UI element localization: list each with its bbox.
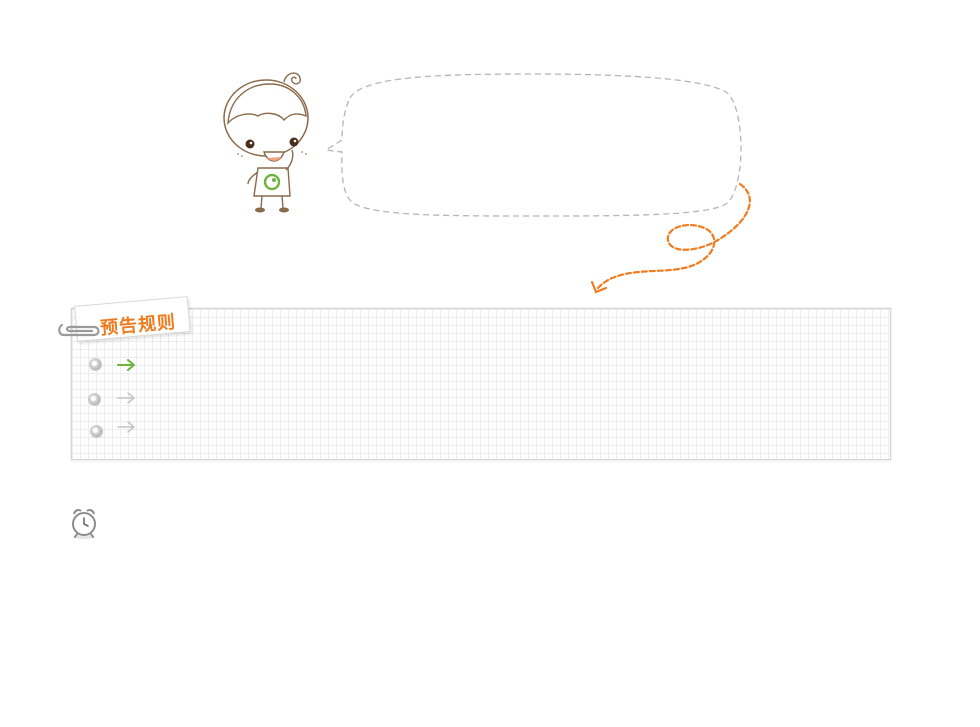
- rule-bullet: [91, 426, 102, 437]
- arrow-right-icon: [117, 359, 135, 371]
- alarm-clock-icon: [72, 509, 96, 539]
- paperclip-icon: [58, 323, 100, 337]
- rule-bullet: [89, 394, 100, 405]
- rules-panel: [71, 308, 891, 460]
- mascot-illustration: [223, 72, 309, 213]
- rule-bullet: [90, 359, 101, 370]
- arrow-right-icon: [117, 421, 135, 433]
- swirl-arrow-icon: [590, 182, 751, 294]
- arrow-right-icon: [117, 392, 135, 404]
